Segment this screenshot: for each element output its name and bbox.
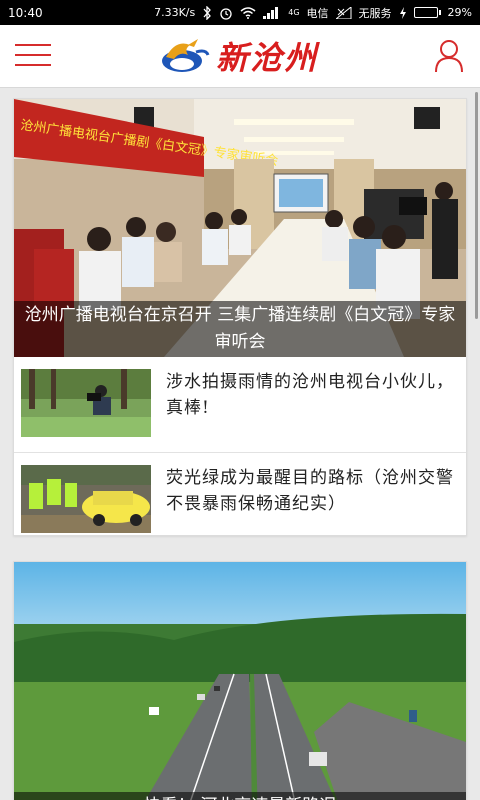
news-title: 涉水拍摄雨情的沧州电视台小伙儿，真棒! [166, 372, 454, 418]
news-card: 沧州广播电视台广播剧《白文冠》专家审听会 沧州广播电视台在京召开 三集广播连续剧… [13, 98, 467, 536]
app-logo[interactable]: 新沧州 [158, 35, 318, 77]
hero-caption: 快看！ 河北高速最新路况 [14, 792, 466, 800]
app-screen: 10:40 7.33K/s 4G 电信 无服务 29% 新沧州 沧州广播电视台广… [0, 0, 480, 800]
battery-percent: 29% [447, 6, 472, 19]
news-thumbnail [21, 369, 151, 437]
news-feed[interactable]: 沧州广播电视台广播剧《白文冠》专家审听会 沧州广播电视台在京召开 三集广播连续剧… [0, 88, 480, 800]
carrier-label: 电信 [306, 6, 329, 20]
news-card: 快看！ 河北高速最新路况 [13, 561, 467, 800]
news-list-item[interactable]: 涉水拍摄雨情的沧州电视台小伙儿，真棒! [14, 357, 466, 451]
status-time: 10:40 [8, 5, 43, 20]
network-type-badge: 4G [288, 7, 300, 17]
headline-hero[interactable]: 沧州广播电视台广播剧《白文冠》专家审听会 沧州广播电视台在京召开 三集广播连续剧… [14, 99, 466, 357]
status-bar: 10:40 7.33K/s 4G 电信 无服务 29% [0, 0, 480, 25]
logo-text: 新沧州 [216, 39, 319, 77]
bluetooth-icon [202, 5, 212, 20]
charging-icon [399, 6, 407, 19]
wifi-icon [240, 6, 256, 19]
logo-emblem-icon [162, 39, 210, 72]
feed-scrollbar[interactable] [475, 92, 478, 319]
signal-icon [263, 6, 281, 19]
status-right: 7.33K/s 4G 电信 无服务 29% [154, 5, 472, 21]
news-thumbnail [21, 465, 151, 533]
network-speed: 7.33K/s [154, 6, 196, 19]
alarm-icon [219, 6, 233, 20]
battery-icon [413, 7, 441, 18]
no-signal-icon [335, 6, 352, 19]
headline-hero[interactable]: 快看！ 河北高速最新路况 [14, 562, 466, 800]
news-title: 荧光绿成为最醒目的路标（沧州交警不畏暴雨保畅通纪实） [166, 468, 454, 514]
hero-caption: 沧州广播电视台在京召开 三集广播连续剧《白文冠》专家审听会 [14, 301, 466, 357]
user-icon[interactable] [434, 39, 464, 73]
hamburger-menu-icon[interactable] [15, 44, 51, 68]
app-header: 新沧州 [0, 25, 480, 88]
news-list-item[interactable]: 荧光绿成为最醒目的路标（沧州交警不畏暴雨保畅通纪实） [14, 452, 466, 546]
highway-photo [14, 562, 466, 800]
no-service-label: 无服务 [358, 6, 392, 20]
